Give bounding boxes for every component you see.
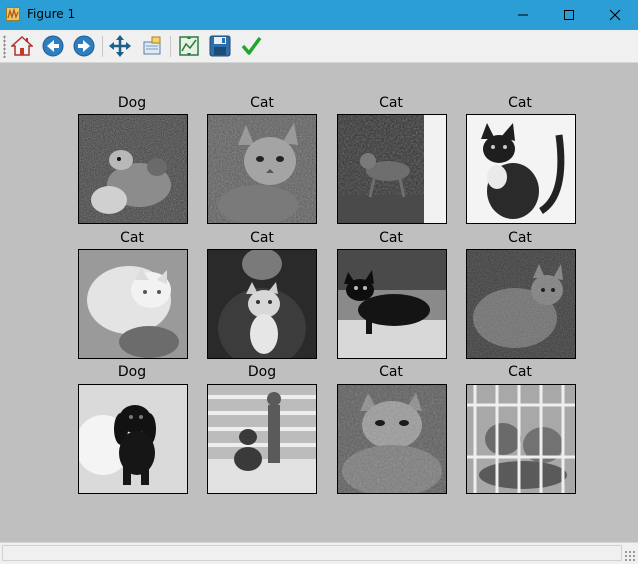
pet-photo-cat bbox=[466, 249, 576, 359]
subplot-title: Cat bbox=[508, 364, 532, 380]
toolbar-separator bbox=[102, 36, 103, 57]
close-icon bbox=[609, 9, 621, 21]
back-button[interactable] bbox=[40, 33, 66, 59]
pet-photo-cat bbox=[466, 384, 576, 494]
subplot-title: Cat bbox=[379, 230, 403, 246]
minimize-button[interactable] bbox=[500, 0, 546, 30]
subplot-title: Cat bbox=[120, 230, 144, 246]
configure-subplots-button[interactable] bbox=[176, 33, 202, 59]
toolbar-separator bbox=[170, 36, 171, 57]
maximize-icon bbox=[564, 10, 574, 20]
pet-photo-cat bbox=[466, 114, 576, 224]
move-icon bbox=[109, 35, 131, 57]
resize-grip-icon[interactable] bbox=[624, 550, 636, 562]
save-button[interactable] bbox=[207, 33, 233, 59]
close-button[interactable] bbox=[592, 0, 638, 30]
pet-photo-cat bbox=[207, 249, 317, 359]
status-message bbox=[2, 545, 622, 561]
pet-photo-cat bbox=[337, 114, 447, 224]
subplot-title: Cat bbox=[508, 230, 532, 246]
pet-photo-cat bbox=[337, 384, 447, 494]
pet-photo-dog bbox=[78, 384, 188, 494]
subplot-title: Cat bbox=[379, 95, 403, 111]
zoom-button[interactable] bbox=[139, 33, 165, 59]
subplot-title: Dog bbox=[247, 364, 277, 380]
back-arrow-icon bbox=[42, 35, 64, 57]
subplot-title: Cat bbox=[250, 95, 274, 111]
minimize-icon bbox=[518, 14, 528, 16]
subplot-title: Cat bbox=[508, 95, 532, 111]
status-bar bbox=[0, 542, 638, 564]
configure-subplots-icon bbox=[179, 36, 199, 56]
home-icon bbox=[11, 35, 33, 56]
subplot-title: Dog bbox=[117, 364, 147, 380]
forward-button[interactable] bbox=[71, 33, 97, 59]
toolbar-grip[interactable] bbox=[3, 35, 6, 58]
title-bar[interactable]: Figure 1 bbox=[0, 0, 638, 30]
edit-parameters-button[interactable] bbox=[238, 33, 264, 59]
checkmark-icon bbox=[241, 36, 262, 55]
pan-button[interactable] bbox=[107, 33, 133, 59]
matplotlib-figure-icon bbox=[6, 7, 20, 21]
figure-canvas[interactable]: Dog Cat Cat Cat Cat Cat Cat Cat Dog Dog … bbox=[0, 63, 638, 542]
maximize-button[interactable] bbox=[546, 0, 592, 30]
subplot-title: Cat bbox=[250, 230, 274, 246]
window-title: Figure 1 bbox=[27, 7, 76, 21]
navigation-toolbar bbox=[0, 30, 638, 63]
pet-photo-cat bbox=[207, 114, 317, 224]
subplot-title: Cat bbox=[379, 364, 403, 380]
pet-photo-cat bbox=[78, 249, 188, 359]
pet-photo-dog bbox=[78, 114, 188, 224]
pet-photo-cat bbox=[337, 249, 447, 359]
subplot-title: Dog bbox=[117, 95, 147, 111]
zoom-rect-icon bbox=[143, 36, 161, 55]
pet-photo-dog bbox=[207, 384, 317, 494]
home-button[interactable] bbox=[9, 33, 35, 59]
floppy-disk-icon bbox=[209, 35, 231, 57]
forward-arrow-icon bbox=[73, 35, 95, 57]
